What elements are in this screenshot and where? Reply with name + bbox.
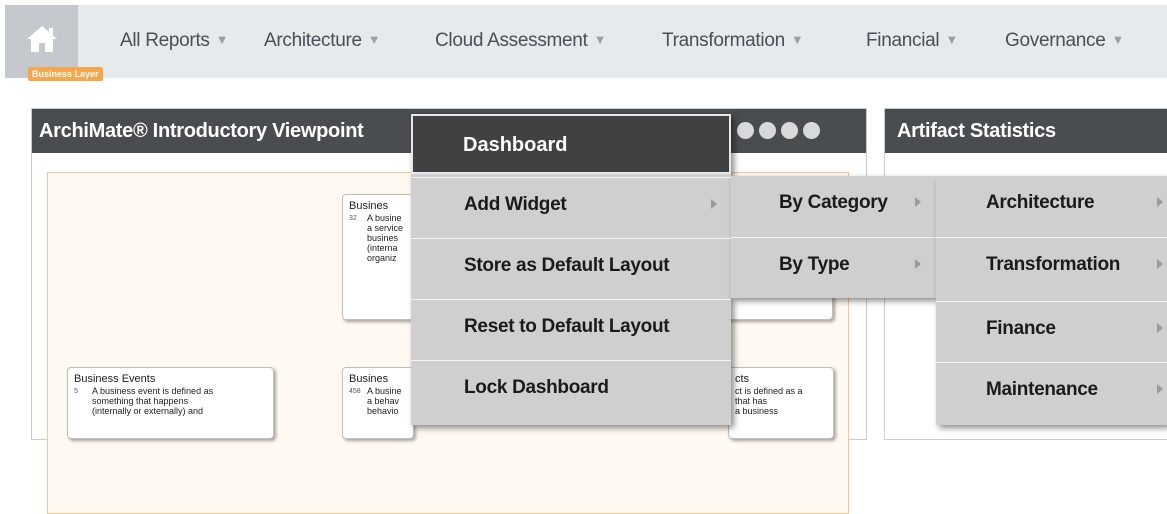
menu-item-store-default-layout[interactable]: Store as Default Layout (411, 238, 731, 300)
nav-all-reports[interactable]: All Reports ▼ (120, 30, 228, 52)
disable-icon[interactable] (781, 122, 798, 139)
card-title: Busines (349, 200, 389, 212)
business-events-card[interactable]: Business Events 5 A business event is de… (67, 367, 274, 439)
chevron-down-icon: ▼ (215, 32, 229, 47)
business-layer-tag: Business Layer (28, 67, 103, 81)
dashboard-menu-header: Dashboard (411, 114, 731, 174)
card-title: Busines (349, 373, 389, 385)
card-title: cts (735, 373, 750, 385)
chevron-right-icon (1157, 323, 1163, 333)
chevron-down-icon: ▼ (790, 32, 804, 47)
category-submenu: Architecture Transformation Finance Main… (936, 176, 1167, 425)
menu-item-maintenance[interactable]: Maintenance (936, 362, 1167, 426)
chevron-right-icon (915, 259, 921, 269)
chevron-down-icon: ▼ (945, 32, 958, 47)
menu-item-by-category[interactable]: By Category (731, 176, 936, 237)
menu-item-reset-default-layout[interactable]: Reset to Default Layout (411, 299, 731, 361)
card-description: ct is defined as a that has a business (735, 386, 803, 416)
nav-governance[interactable]: Governance ▼ (1005, 30, 1124, 52)
card-count: 5 (74, 388, 78, 395)
nav-architecture[interactable]: Architecture ▼ (264, 30, 381, 52)
business-objects-card[interactable]: cts ct is defined as a that has a busine… (728, 367, 834, 439)
chevron-down-icon: ▼ (593, 32, 607, 47)
nav-transformation[interactable]: Transformation ▼ (662, 30, 804, 52)
nav-cloud-assessment[interactable]: Cloud Assessment ▼ (435, 30, 606, 52)
dashboard-menu: Dashboard Add Widget Store as Default La… (411, 114, 731, 425)
chevron-right-icon (915, 197, 921, 207)
add-widget-submenu: By Category By Type (731, 176, 936, 298)
menu-item-finance[interactable]: Finance (936, 301, 1167, 363)
menu-item-architecture[interactable]: Architecture (936, 176, 1167, 237)
nav-financial[interactable]: Financial ▼ (866, 30, 958, 52)
menu-item-add-widget[interactable]: Add Widget (411, 177, 731, 239)
chevron-right-icon (1157, 259, 1163, 269)
business-process-card[interactable]: Busines 458 A busine a behav behavio (342, 367, 414, 439)
chevron-right-icon (1157, 197, 1163, 207)
card-description: A busine a service busines (interna orga… (367, 213, 404, 263)
collapse-icon[interactable] (759, 122, 776, 139)
home-icon (25, 24, 59, 59)
chevron-down-icon: ▼ (1111, 32, 1125, 47)
menu-item-transformation[interactable]: Transformation (936, 237, 1167, 302)
widget-title: Artifact Statistics (885, 109, 1167, 153)
print-icon[interactable] (737, 122, 754, 139)
card-count: 32 (349, 215, 357, 222)
card-count: 458 (349, 388, 361, 395)
menu-item-lock-dashboard[interactable]: Lock Dashboard (411, 360, 731, 426)
card-description: A busine a behav behavio (367, 386, 402, 416)
chevron-right-icon (1157, 384, 1163, 394)
business-service-card[interactable]: Busines 32 A busine a service busines (i… (342, 194, 414, 320)
top-navigation: All Reports ▼ Architecture ▼ Cloud Assessm… (0, 0, 1167, 88)
chevron-right-icon (711, 199, 717, 209)
close-icon[interactable] (803, 122, 820, 139)
card-description: A business event is defined as something… (92, 386, 214, 416)
menu-item-by-type[interactable]: By Type (731, 237, 936, 299)
chevron-down-icon: ▼ (367, 32, 381, 47)
card-title: Business Events (74, 373, 156, 385)
widget-controls (737, 109, 865, 153)
